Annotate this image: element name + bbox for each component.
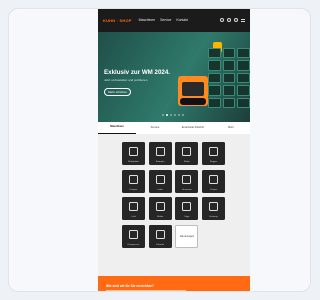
category-tile[interactable]: Rüttelplatte	[122, 142, 145, 165]
carousel-dots[interactable]	[162, 114, 184, 116]
category-label: Pumpe	[210, 188, 218, 191]
category-tile[interactable]: Säge	[175, 197, 199, 221]
site-header: KUHN · SHOP Maschinen Service Kontakt	[98, 9, 250, 32]
tab-item[interactable]: Ersatzteile Zubehör	[174, 122, 212, 134]
category-label: Säge	[184, 216, 190, 219]
category-label: Zubehör	[156, 244, 165, 247]
show-all-label: Alle anzeigen	[179, 235, 195, 239]
category-grid: Rüttelplatte Stampfer Walze Bagger Dumper Lad…	[122, 142, 226, 249]
vibrator-icon	[155, 202, 165, 212]
category-label: Rüttelplatte	[127, 161, 140, 163]
category-label: Licht	[131, 216, 136, 219]
heater-icon	[209, 202, 219, 212]
category-label: Heizung	[209, 216, 218, 219]
category-tile[interactable]: Rüttler	[148, 197, 172, 221]
header-icons	[220, 18, 245, 22]
category-tabs: Maschinen Service Ersatzteile Zubehör Mehr	[98, 122, 250, 134]
category-tile[interactable]: Stampfer	[148, 142, 172, 165]
contact-title: Wie sind wir für Sie erreichbar?	[106, 284, 154, 288]
hero-cta-button[interactable]: Mehr erfahren	[104, 88, 131, 96]
carousel-dot[interactable]	[170, 114, 172, 116]
category-label: Walze	[183, 161, 190, 163]
category-label: Dumper	[129, 188, 138, 191]
hero-subtitle: Jetzt vorbestellen und profitieren.	[104, 78, 149, 82]
carousel-dot[interactable]	[182, 114, 184, 116]
category-tile[interactable]: Heizung	[202, 197, 226, 221]
carousel-dot[interactable]	[162, 114, 164, 116]
hero-title: Exklusiv zur WM 2024.	[104, 69, 171, 76]
tab-item[interactable]: Mehr	[212, 122, 250, 134]
tab-item[interactable]: Maschinen	[98, 122, 136, 134]
tool-icon	[155, 230, 165, 240]
category-tile[interactable]: Licht	[122, 197, 145, 221]
preview-card: KUHN · SHOP Maschinen Service Kontakt Ex…	[8, 8, 311, 292]
category-label: Kompressor	[127, 244, 140, 247]
machine-image	[178, 76, 208, 106]
category-label: Generator	[181, 188, 192, 191]
category-tile[interactable]: Kompressor	[122, 225, 145, 249]
category-tile[interactable]: Lader	[148, 169, 172, 193]
site-logo[interactable]: KUHN · SHOP	[103, 18, 132, 23]
category-tile[interactable]: Generator	[175, 169, 199, 193]
category-tile[interactable]: Pumpe	[202, 169, 226, 193]
generator-icon	[182, 174, 192, 184]
product-boxes-image	[208, 48, 250, 108]
pump-icon	[209, 174, 219, 184]
category-label: Bagger	[210, 161, 218, 163]
category-section: Rüttelplatte Stampfer Walze Bagger Dumper Lad…	[98, 134, 250, 276]
main-nav: Maschinen Service Kontakt	[139, 18, 188, 22]
loader-icon	[155, 174, 165, 184]
contact-banner: Wie sind wir für Sie erreichbar?	[98, 276, 250, 291]
cart-icon[interactable]	[234, 18, 238, 22]
mobile-page: KUHN · SHOP Maschinen Service Kontakt Ex…	[98, 9, 250, 291]
rammer-icon	[155, 147, 165, 156]
saw-icon	[182, 202, 192, 212]
category-tile[interactable]: Dumper	[122, 169, 145, 193]
hero-banner[interactable]: Exklusiv zur WM 2024. Jetzt vorbestellen…	[98, 32, 250, 122]
category-tile[interactable]: Bagger	[202, 142, 226, 165]
nav-item[interactable]: Kontakt	[176, 18, 188, 22]
tab-item[interactable]: Service	[136, 122, 174, 134]
nav-item[interactable]: Service	[160, 18, 171, 22]
nav-item[interactable]: Maschinen	[139, 18, 155, 22]
dumper-icon	[129, 174, 138, 184]
compactor-icon	[129, 147, 138, 156]
user-icon[interactable]	[227, 18, 231, 22]
category-label: Rüttler	[156, 216, 164, 219]
category-label: Stampfer	[155, 161, 165, 163]
text-line	[106, 290, 186, 291]
category-tile[interactable]: Zubehör	[148, 225, 172, 249]
search-icon[interactable]	[220, 18, 224, 22]
roller-icon	[182, 147, 192, 156]
carousel-dot[interactable]	[166, 114, 168, 116]
light-icon	[129, 202, 138, 212]
carousel-dot[interactable]	[174, 114, 176, 116]
category-tile[interactable]: Walze	[175, 142, 199, 165]
compressor-icon	[129, 230, 138, 240]
menu-icon[interactable]	[241, 18, 245, 22]
excavator-icon	[209, 147, 219, 156]
carousel-dot[interactable]	[178, 114, 180, 116]
category-label: Lader	[157, 188, 163, 191]
show-all-tile[interactable]: Alle anzeigen	[175, 225, 199, 249]
